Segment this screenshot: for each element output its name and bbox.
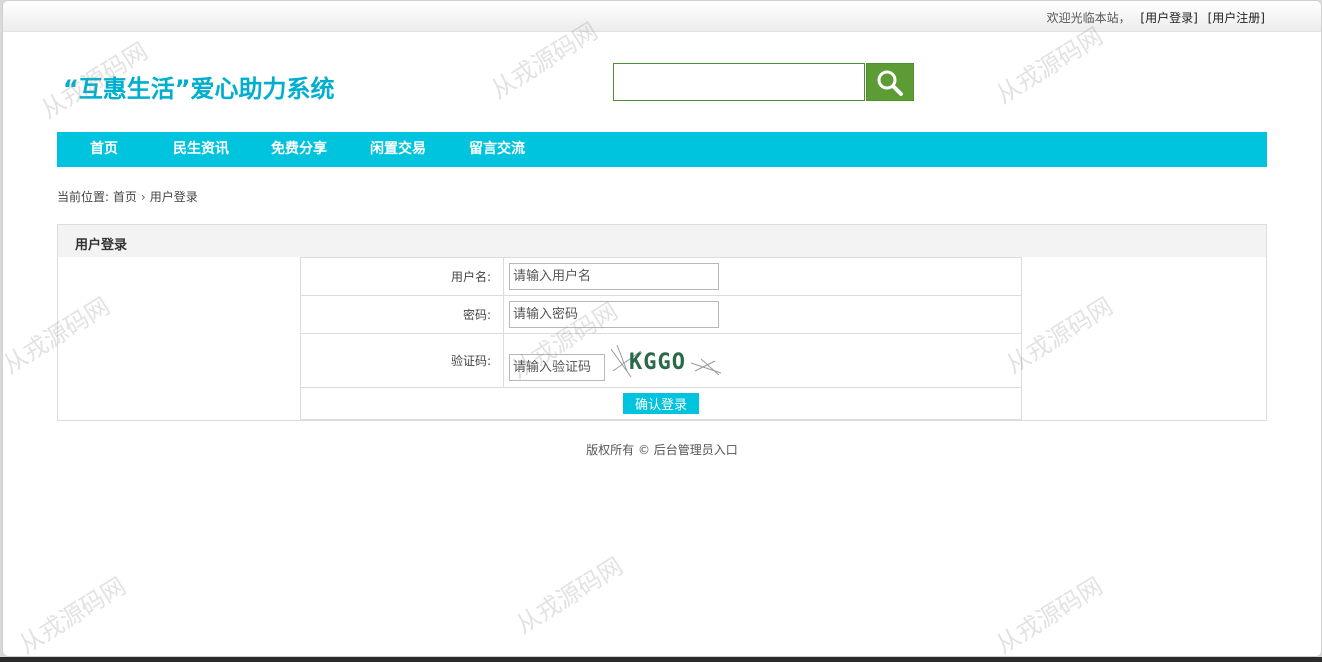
username-cell	[503, 257, 1022, 296]
login-link[interactable]: [用户登录]	[1140, 11, 1197, 25]
breadcrumb: 当前位置: 首页 › 用户登录	[57, 188, 198, 205]
top-bar: 欢迎光临本站， [用户登录] [用户注册]	[3, 1, 1321, 32]
browser-window: 欢迎光临本站， [用户登录] [用户注册] “互惠生活”爱心助力系统 首页 民生…	[2, 0, 1322, 657]
panel-title: 用户登录	[75, 238, 128, 253]
password-input[interactable]	[509, 301, 719, 328]
search-button[interactable]	[866, 63, 914, 101]
nav-item-trade[interactable]: 闲置交易	[370, 132, 426, 167]
watermark: 从戎源码网	[511, 551, 628, 640]
captcha-image[interactable]: KGGO	[610, 341, 723, 381]
nav-item-share[interactable]: 免费分享	[271, 132, 327, 167]
username-input[interactable]	[509, 263, 719, 290]
search-input[interactable]	[613, 63, 865, 101]
password-label: 密码:	[300, 295, 504, 334]
username-label: 用户名:	[300, 257, 504, 296]
captcha-text: KGGO	[629, 350, 686, 375]
panel-header: 用户登录	[58, 225, 1266, 257]
top-links: 欢迎光临本站， [用户登录] [用户注册]	[1047, 9, 1265, 26]
breadcrumb-home[interactable]: 首页	[113, 190, 137, 204]
welcome-text: 欢迎光临本站，	[1046, 11, 1131, 25]
captcha-cell: KGGO	[503, 333, 1022, 388]
watermark: 从戎源码网	[14, 571, 131, 657]
login-form: 用户名: 密码: 验证码:	[300, 257, 1022, 420]
login-panel: 用户登录 用户名: 密码: 验证码:	[57, 224, 1267, 421]
breadcrumb-prefix: 当前位置:	[57, 190, 110, 204]
captcha-input[interactable]	[509, 353, 605, 381]
submit-row: 确认登录	[300, 387, 1022, 420]
nav-item-message[interactable]: 留言交流	[469, 132, 525, 167]
captcha-label: 验证码:	[300, 333, 504, 388]
site-title[interactable]: “互惠生活”爱心助力系统	[63, 69, 335, 104]
main-nav: 首页 民生资讯 免费分享 闲置交易 留言交流	[57, 132, 1267, 167]
password-row: 密码:	[300, 295, 1022, 334]
register-link[interactable]: [用户注册]	[1208, 11, 1265, 25]
footer-copyright[interactable]: 版权所有 © 后台管理员入口	[3, 441, 1321, 458]
breadcrumb-current: 用户登录	[149, 190, 198, 204]
nav-item-home[interactable]: 首页	[90, 132, 118, 167]
watermark: 从戎源码网	[991, 571, 1108, 657]
captcha-row: 验证码: KGGO	[300, 333, 1022, 388]
password-cell	[503, 295, 1022, 334]
taskbar-strip	[0, 657, 1322, 662]
submit-cell: 确认登录	[300, 387, 1022, 420]
nav-item-news[interactable]: 民生资讯	[173, 132, 229, 167]
username-row: 用户名:	[300, 257, 1022, 296]
breadcrumb-separator: ›	[140, 190, 146, 204]
search-icon	[877, 70, 903, 96]
submit-button[interactable]: 确认登录	[622, 393, 699, 414]
